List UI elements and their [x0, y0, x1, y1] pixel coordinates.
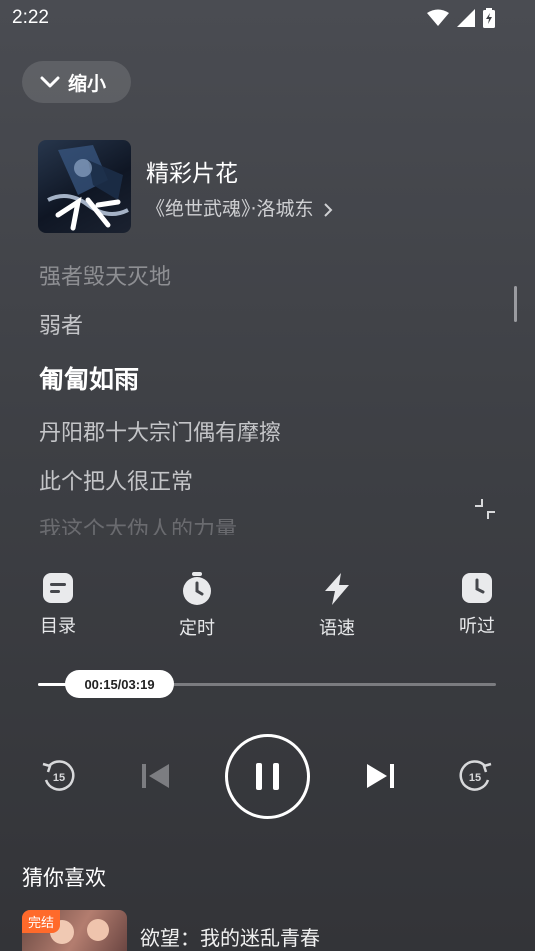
- pause-icon: [256, 763, 279, 790]
- rewind-seconds: 15: [53, 772, 65, 784]
- next-button[interactable]: [364, 761, 396, 795]
- history-button[interactable]: 听过: [447, 572, 507, 638]
- forward-15-button[interactable]: 15: [458, 758, 494, 798]
- lyric-line-current: 匍匐如雨: [39, 365, 140, 394]
- signal-icon: [457, 9, 475, 27]
- speed-button[interactable]: 语速: [307, 572, 367, 640]
- lyric-line: 丹阳郡十大宗门偶有摩擦: [39, 421, 282, 446]
- previous-icon: [142, 764, 169, 788]
- cover-art: [47, 145, 129, 231]
- speed-label: 语速: [319, 618, 355, 639]
- episode-title: 精彩片花: [146, 161, 238, 187]
- progress-time-knob[interactable]: 00:15/03:19: [65, 670, 174, 698]
- lyric-line: 此个把人很正常: [39, 470, 194, 495]
- forward-15-icon: 15: [459, 760, 492, 791]
- timer-label: 定时: [179, 618, 215, 639]
- recommend-title: 猜你喜欢: [22, 866, 106, 890]
- lyric-line: 我这个大伪人的力量: [39, 518, 238, 535]
- book-author-link[interactable]: 《绝世武魂》·洛城东: [146, 194, 334, 221]
- next-icon: [367, 764, 394, 788]
- chevron-down-icon: [40, 76, 60, 88]
- battery-icon: [483, 8, 495, 28]
- collapse-label: 缩小: [68, 72, 107, 95]
- lyrics-panel[interactable]: 强者毁天灭地 弱者 匍匐如雨 丹阳郡十大宗门偶有摩擦 此个把人很正常 我这个大伪…: [39, 255, 479, 535]
- collapse-button[interactable]: 缩小: [22, 61, 131, 103]
- timer-button[interactable]: 定时: [167, 572, 227, 640]
- previous-button[interactable]: [140, 761, 172, 795]
- book-author-text: 《绝世武魂》·洛城东: [146, 198, 314, 220]
- status-time: 2:22: [12, 7, 49, 28]
- timer-icon: [183, 572, 211, 605]
- recommend-item-title[interactable]: 欲望：我的迷乱青春: [140, 922, 320, 951]
- minimize-lyrics-icon[interactable]: [474, 498, 496, 520]
- lyrics-scrollbar[interactable]: [514, 286, 517, 322]
- catalog-button[interactable]: 目录: [28, 572, 88, 638]
- forward-seconds: 15: [469, 772, 481, 784]
- wifi-icon: [427, 9, 449, 26]
- rewind-15-icon: 15: [42, 760, 75, 791]
- catalog-label: 目录: [40, 616, 76, 637]
- chevron-right-icon: [323, 202, 333, 217]
- history-label: 听过: [459, 616, 495, 637]
- pause-button[interactable]: [225, 734, 310, 819]
- catalog-icon: [43, 573, 73, 603]
- book-cover[interactable]: [38, 140, 131, 233]
- completed-badge: 完结: [22, 910, 61, 933]
- status-bar: 2:22: [0, 0, 535, 36]
- recommend-item-cover[interactable]: 完结: [22, 910, 127, 951]
- status-icons: [427, 8, 495, 28]
- lyric-line: 弱者: [39, 314, 84, 339]
- speed-icon: [325, 573, 349, 605]
- lyric-line: 强者毁天灭地: [39, 265, 172, 290]
- rewind-15-button[interactable]: 15: [40, 758, 76, 798]
- history-icon: [462, 573, 492, 603]
